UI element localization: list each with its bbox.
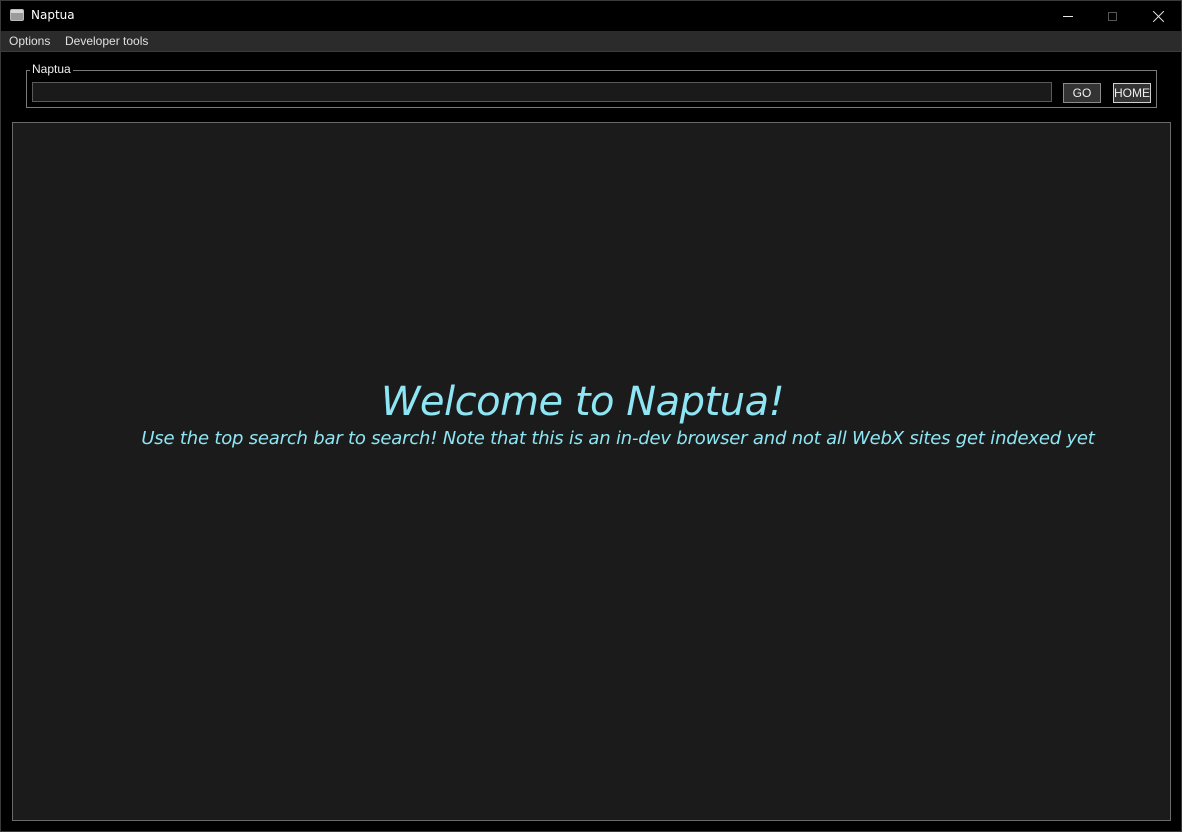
window-title: Naptua xyxy=(31,8,75,22)
maximize-button[interactable] xyxy=(1090,1,1135,31)
maximize-icon xyxy=(1108,11,1117,21)
menu-developer-tools[interactable]: Developer tools xyxy=(65,34,148,48)
home-button[interactable]: HOME xyxy=(1113,83,1151,103)
menu-options[interactable]: Options xyxy=(9,34,50,48)
welcome-subheading: Use the top search bar to search! Note t… xyxy=(141,428,1095,449)
welcome-heading: Welcome to Naptua! xyxy=(380,379,785,425)
title-bar[interactable]: Naptua xyxy=(1,1,1181,31)
app-window-icon xyxy=(10,9,24,21)
menu-bar: Options Developer tools xyxy=(1,31,1181,52)
close-button[interactable] xyxy=(1136,1,1181,31)
close-icon xyxy=(1153,10,1165,22)
minimize-icon xyxy=(1062,15,1073,17)
go-button[interactable]: GO xyxy=(1063,83,1101,103)
navigation-group-label: Naptua xyxy=(30,62,73,76)
minimize-button[interactable] xyxy=(1045,1,1090,31)
search-input[interactable] xyxy=(32,82,1052,102)
page-content-area[interactable]: Welcome to Naptua! Use the top search ba… xyxy=(12,122,1171,821)
app-window: Naptua Options Developer tools Naptua GO… xyxy=(0,0,1182,832)
